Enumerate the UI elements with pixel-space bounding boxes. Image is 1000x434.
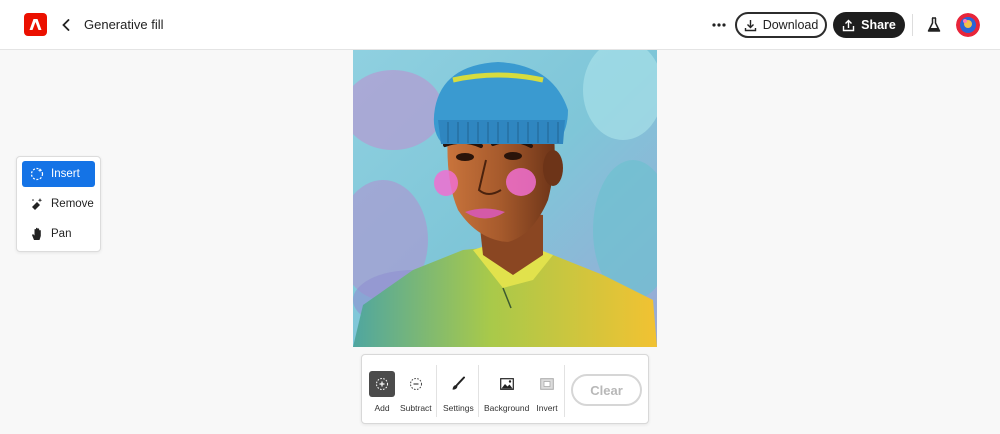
settings-label: Settings <box>443 403 474 413</box>
tool-pan-label: Pan <box>51 228 72 240</box>
download-label: Download <box>762 18 819 32</box>
subtract-label: Subtract <box>400 403 432 413</box>
download-button[interactable]: Download <box>735 12 827 38</box>
insert-sparkle-icon <box>30 167 44 181</box>
background-button[interactable]: Background <box>484 371 529 413</box>
subtract-selection-icon <box>403 371 429 397</box>
add-button[interactable]: Add <box>369 371 395 413</box>
more-options-icon[interactable] <box>708 14 730 36</box>
toolbar-separator <box>436 365 437 417</box>
download-icon <box>744 19 756 31</box>
back-chevron-icon[interactable] <box>58 14 74 36</box>
app-header: Generative fill Download Share <box>0 0 1000 50</box>
brush-icon <box>445 371 471 397</box>
subtract-button[interactable]: Subtract <box>400 371 432 413</box>
tool-pan[interactable]: Pan <box>22 221 95 247</box>
fill-tools-panel: Insert Remove Pan <box>16 156 101 252</box>
clear-button[interactable]: Clear <box>571 374 642 406</box>
toolbar-separator <box>478 365 479 417</box>
share-button[interactable]: Share <box>833 12 905 38</box>
hand-icon <box>32 227 41 240</box>
beaker-icon[interactable] <box>924 14 944 36</box>
add-label: Add <box>374 403 390 413</box>
share-label: Share <box>861 18 896 32</box>
portrait-canvas[interactable] <box>353 50 657 347</box>
tool-insert[interactable]: Insert <box>22 161 95 187</box>
background-label: Background <box>484 403 530 413</box>
toolbar-separator <box>564 365 565 417</box>
user-avatar[interactable] <box>956 13 980 37</box>
selection-toolbar: Add Subtract Settings Background Invert … <box>361 354 649 424</box>
invert-selection-icon <box>534 371 560 397</box>
eraser-icon <box>32 198 43 210</box>
header-divider <box>912 14 913 36</box>
share-icon <box>842 19 855 31</box>
invert-label: Invert <box>536 403 558 413</box>
add-selection-icon <box>369 371 395 397</box>
settings-button[interactable]: Settings <box>443 371 474 413</box>
tool-remove[interactable]: Remove <box>22 191 95 217</box>
tool-remove-label: Remove <box>51 198 94 210</box>
invert-button[interactable]: Invert <box>534 371 560 413</box>
image-icon <box>494 371 520 397</box>
adobe-logo-icon[interactable] <box>24 13 47 36</box>
page-title: Generative fill <box>84 17 164 32</box>
tool-insert-label: Insert <box>51 168 80 180</box>
